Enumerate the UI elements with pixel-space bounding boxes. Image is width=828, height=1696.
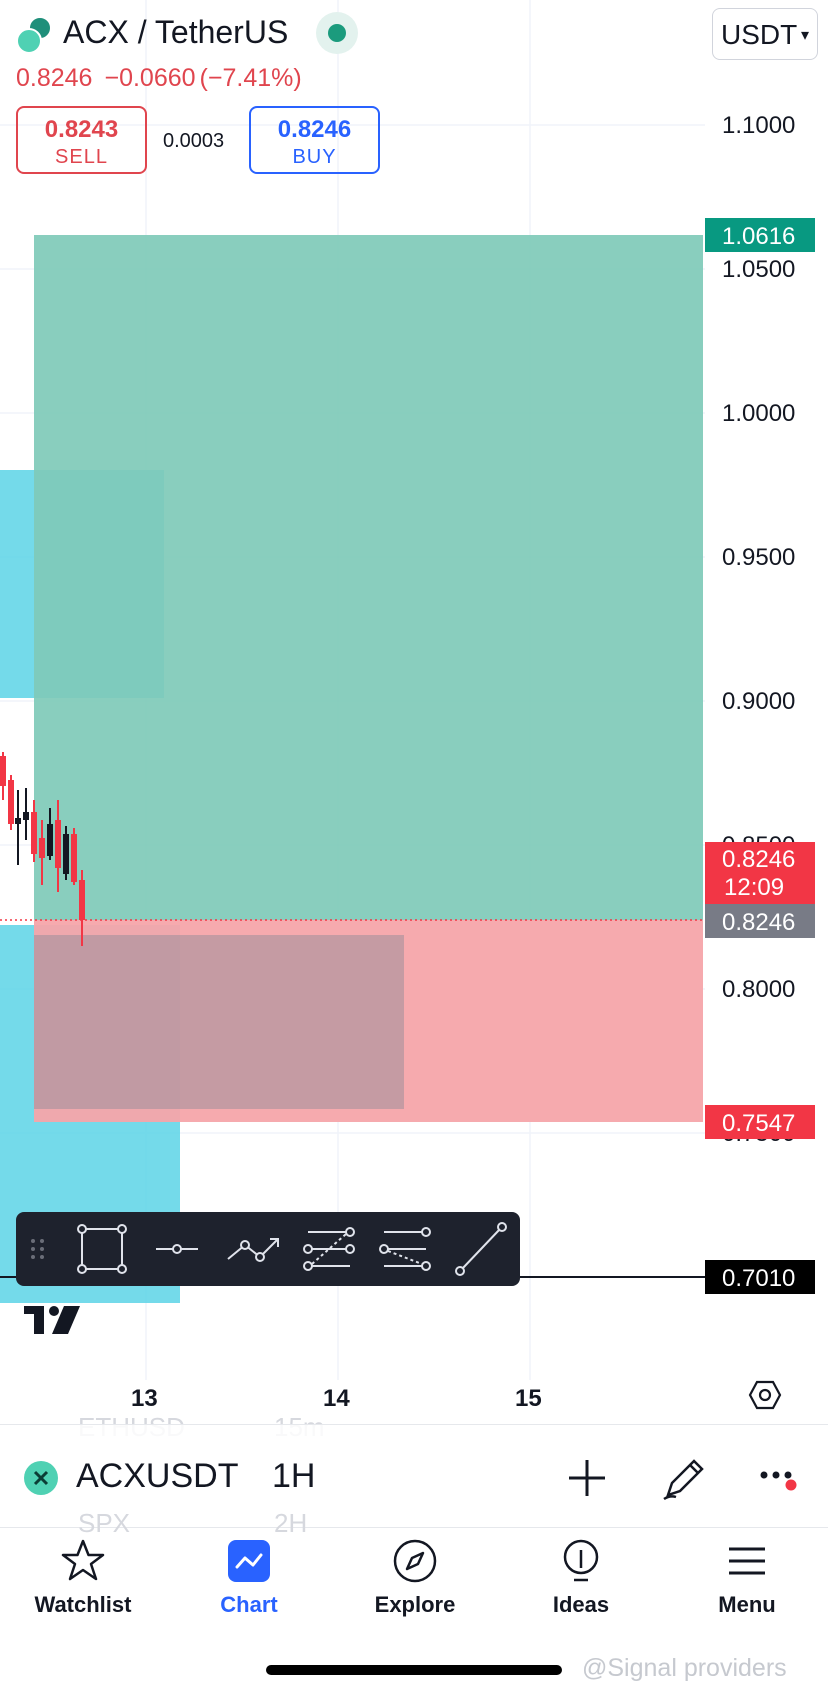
hamburger-icon xyxy=(729,1547,765,1575)
price-axis[interactable]: 1.1000 1.0500 1.0000 0.9500 0.9000 0.850… xyxy=(722,112,795,1147)
hline-price-badge: 0.7010 xyxy=(705,1260,815,1294)
candle xyxy=(63,834,69,874)
nav-label: Explore xyxy=(374,1592,456,1617)
target-price-badge: 1.0616 xyxy=(705,218,815,252)
price-tick: 0.8000 xyxy=(722,976,795,1003)
bar-countdown: 12:09 xyxy=(724,874,784,901)
nav-label: Menu xyxy=(718,1592,776,1617)
candle xyxy=(8,780,14,824)
buy-label: BUY xyxy=(292,146,337,168)
gray-overlay-box[interactable] xyxy=(34,935,404,1109)
candle xyxy=(0,756,6,786)
stop-price-badge: 0.7547 xyxy=(705,1105,815,1139)
chevron-down-icon: ▾ xyxy=(800,27,809,44)
candle xyxy=(23,812,29,820)
price-tick: 1.0000 xyxy=(722,400,795,427)
drawing-toolbar xyxy=(16,1212,520,1286)
symbol-search-button[interactable]: ACXUSDT xyxy=(76,1457,238,1496)
candle xyxy=(71,834,77,882)
current-price-badge: 0.8246 12:09 xyxy=(705,842,815,904)
interval-button[interactable]: 1H xyxy=(272,1457,315,1496)
candle xyxy=(39,838,45,858)
currency-select[interactable]: USDT ▾ xyxy=(712,8,818,60)
star-icon xyxy=(61,1539,105,1581)
trend-line-icon[interactable] xyxy=(446,1212,516,1286)
svg-text:0.7547: 0.7547 xyxy=(722,1110,795,1137)
nav-watchlist[interactable]: Watchlist xyxy=(0,1530,166,1640)
last-price: 0.8246 xyxy=(16,64,93,92)
candle xyxy=(47,824,53,856)
price-chart[interactable]: 1.1000 1.0500 1.0000 0.9500 0.9000 0.850… xyxy=(0,0,828,1420)
nav-chart[interactable]: Chart xyxy=(166,1530,332,1640)
nav-explore[interactable]: Explore xyxy=(332,1530,498,1640)
svg-text:0.7010: 0.7010 xyxy=(722,1265,795,1292)
horizontal-ray-icon[interactable] xyxy=(142,1212,212,1286)
candle xyxy=(79,880,85,920)
nav-ideas[interactable]: Ideas xyxy=(498,1530,664,1640)
chart-settings-icon[interactable] xyxy=(748,1378,782,1417)
change-value: −0.0660 xyxy=(104,64,196,92)
line-price-badge: 0.8246 xyxy=(705,904,815,938)
nav-label: Ideas xyxy=(552,1592,610,1617)
spread-value: 0.0003 xyxy=(163,130,225,152)
candle xyxy=(55,820,61,868)
more-icon[interactable] xyxy=(752,1451,806,1505)
nav-label: Watchlist xyxy=(34,1592,132,1617)
svg-text:0.8246: 0.8246 xyxy=(722,909,795,936)
watermark: @Signal providers xyxy=(582,1654,787,1682)
path-icon[interactable] xyxy=(218,1212,288,1286)
chart-icon xyxy=(228,1540,270,1582)
nav-label: Chart xyxy=(220,1592,278,1617)
sell-label: SELL xyxy=(55,146,108,168)
tradingview-logo[interactable] xyxy=(24,1306,84,1341)
home-indicator[interactable] xyxy=(266,1665,562,1675)
drag-handle-icon[interactable] xyxy=(16,1212,60,1286)
bottom-nav: Watchlist Chart Explore Ideas Menu xyxy=(0,1530,828,1640)
svg-text:1.0616: 1.0616 xyxy=(722,223,795,250)
market-open-icon[interactable] xyxy=(316,12,358,54)
change-percent: (−7.41%) xyxy=(199,64,302,92)
date-tick: 13 xyxy=(131,1385,158,1412)
profit-zone[interactable] xyxy=(34,235,703,920)
svg-text:0.8246: 0.8246 xyxy=(722,846,795,873)
symbol-logo-icon xyxy=(16,16,52,56)
buy-price: 0.8246 xyxy=(277,116,352,143)
sell-button[interactable]: 0.8243 SELL xyxy=(16,106,147,174)
pen-icon[interactable] xyxy=(656,1451,710,1505)
buy-button[interactable]: 0.8246 BUY xyxy=(249,106,380,174)
time-axis[interactable]: 13 14 15 xyxy=(131,1385,542,1412)
symbol-icon xyxy=(24,1461,58,1495)
nav-menu[interactable]: Menu xyxy=(664,1530,828,1640)
date-tick: 15 xyxy=(515,1385,542,1412)
candle xyxy=(15,818,21,824)
price-change: 0.8246 −0.0660 (−7.41%) xyxy=(16,64,314,93)
price-tick: 1.1000 xyxy=(722,112,795,139)
add-symbol-button[interactable] xyxy=(560,1451,614,1505)
price-tick: 1.0500 xyxy=(722,256,795,283)
sell-price: 0.8243 xyxy=(44,116,119,143)
candle xyxy=(31,812,37,854)
symbol-title[interactable]: ACX / TetherUS xyxy=(63,14,288,51)
fib-extension-icon[interactable] xyxy=(370,1212,440,1286)
lightbulb-icon xyxy=(563,1539,599,1582)
currency-value: USDT xyxy=(721,19,798,50)
fib-retracement-icon[interactable] xyxy=(294,1212,364,1286)
rectangle-icon[interactable] xyxy=(66,1212,136,1286)
date-tick: 14 xyxy=(323,1385,350,1412)
price-tick: 0.9500 xyxy=(722,544,795,571)
price-tick: 0.9000 xyxy=(722,688,795,715)
compass-icon xyxy=(393,1539,437,1583)
